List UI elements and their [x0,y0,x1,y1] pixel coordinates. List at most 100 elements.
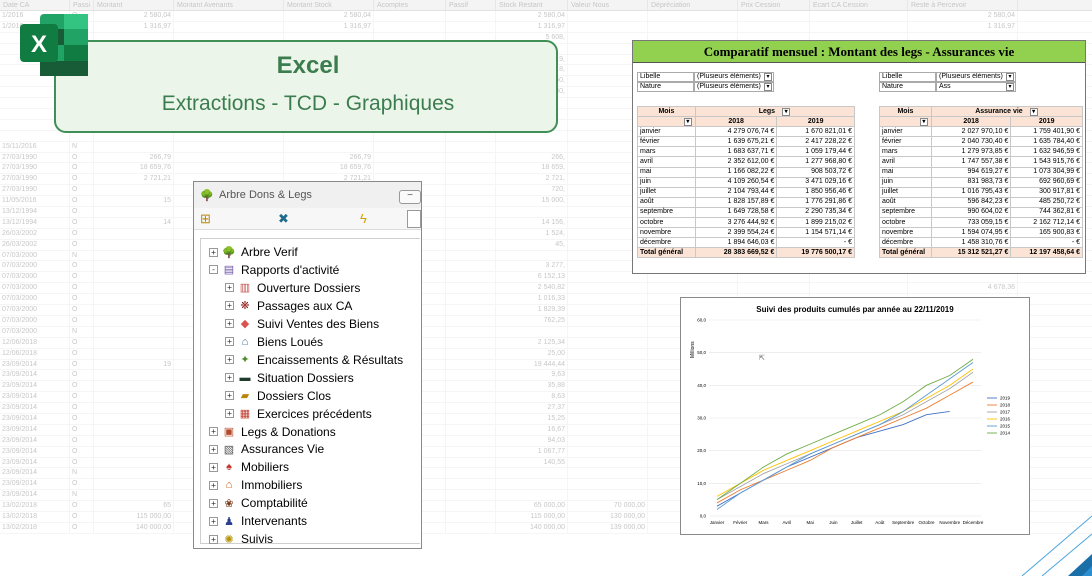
background-cell: O [70,174,94,185]
background-cell [568,413,648,424]
background-header-cell: Montant Avenants [174,0,284,10]
right-filter-nature[interactable]: Ass ▾ [936,82,1016,92]
filter-dropdown-icon[interactable]: ▾ [1006,73,1014,81]
pivot-value-2019: 1 899 215,02 € [776,217,855,229]
left-filter-nature[interactable]: (Plusieurs éléments) ▾ [694,82,774,92]
tree-structure-icon[interactable]: ⊞ [200,211,211,227]
background-cell [568,315,648,326]
expand-icon[interactable]: + [225,283,234,293]
tree-item[interactable]: + 🌳 Arbre Verif [209,243,298,261]
background-cell [810,21,908,32]
minimize-button[interactable]: − [399,190,421,204]
expand-icon[interactable]: + [209,427,218,436]
pivot-year-header: 2019 [1010,116,1083,128]
background-cell [94,479,174,490]
expand-icon[interactable]: + [225,391,234,401]
chart-legend-label: 2014 [1000,431,1011,436]
background-cell: 07/03/2000 [0,305,70,315]
tree-item[interactable]: + ▦ Exercices précédents [225,405,372,423]
chart-xtick-label: Février [733,520,748,525]
background-cell [446,392,496,403]
pivot-value-2019: 692 960,69 € [1010,176,1083,188]
background-cell [496,326,568,337]
left-filter-nature-value: (Plusieurs éléments) [697,83,761,90]
pivot-value-2019: 1 073 304,99 € [1010,166,1083,178]
tree-item[interactable]: + ◆ Suivi Ventes des Biens [225,315,379,333]
expand-icon[interactable]: + [225,301,234,311]
pivot-total-label: Total général [879,247,932,259]
collapse-icon[interactable]: - [209,265,218,275]
expand-icon[interactable]: + [209,462,218,472]
pivot-dropdown-icon[interactable]: ▾ [919,117,928,126]
excel-export-icon[interactable]: ✖ [278,211,289,227]
tree-item[interactable]: + ⌂ Immobiliers [209,476,302,494]
background-cell: 13/12/1994 [0,217,70,228]
pivot-dropdown-icon[interactable]: ▾ [683,117,692,126]
chart-xtick-label: Mars [759,520,770,525]
expand-icon[interactable]: + [225,355,234,365]
tree-item[interactable]: + ❋ Passages aux CA [225,297,352,315]
pivot-value-2018: 1 649 728,58 € [694,206,778,219]
pivot-month: février [879,136,932,148]
tree-item[interactable]: + ▬ Situation Dossiers [225,369,354,387]
filter-dropdown-icon[interactable]: ▾ [764,83,772,91]
left-filter-libelle[interactable]: (Plusieurs éléments) ▾ [694,72,774,82]
background-cell [446,424,496,435]
tree-window-titlebar[interactable]: 🌳 Arbre Dons & Legs − [194,182,421,208]
tree-item[interactable]: + ⌂ Biens Loués [225,333,323,351]
expand-icon[interactable]: + [225,409,234,419]
background-cell: 2 721, [496,174,568,185]
pivot-month: mars [879,146,932,158]
background-cell: 70 000,00 [568,501,648,511]
expand-icon[interactable]: + [225,319,234,329]
filter-dropdown-icon[interactable]: ▾ [1006,83,1014,91]
pivot-month: août [879,196,932,208]
expand-icon[interactable]: + [209,444,218,454]
pivot-col-value: Legs ▾ [694,105,856,118]
background-cell [446,446,496,457]
pivot-mois-filter: ▾ [637,116,696,128]
expand-icon[interactable]: + [209,516,218,526]
expand-icon[interactable]: + [225,373,234,383]
tree-item[interactable]: + ✺ Suivis [209,530,273,548]
tree-item-label: Arbre Verif [241,245,298,259]
chart-title: Suivi des produits cumulés par année au … [756,305,954,314]
tree-item[interactable]: + ❀ Comptabilité [209,494,308,512]
tree-item-label: Rapports d'activité [241,262,340,277]
lightning-icon[interactable]: ϟ [360,211,367,226]
tree-item[interactable]: + ▧ Assurances Vie [209,440,324,458]
pivot-value-2019: 1 632 946,59 € [1010,146,1083,158]
background-cell [446,196,496,207]
tree-item[interactable]: + ▰ Dossiers Clos [225,387,331,405]
tree-item[interactable]: + ▣ Legs & Donations [209,423,336,441]
pivot-row: septembre 1 649 728,58 €2 290 735,34 € [637,206,855,219]
filter-dropdown-icon[interactable]: ▾ [764,73,772,81]
expand-icon[interactable]: + [209,498,218,508]
tree-item[interactable]: - ▤ Rapports d'activité [209,261,339,279]
expand-icon[interactable]: + [225,337,234,347]
background-cell: 07/03/2000 [0,261,70,272]
right-filter-libelle[interactable]: (Plusieurs éléments) ▾ [936,72,1016,82]
background-cell: 2 580,04 [496,11,568,21]
tree-item[interactable]: + ▥ Ouverture Dossiers [225,279,360,297]
expand-icon[interactable]: + [209,534,218,544]
chart-series-line-2019 [716,411,950,507]
toolbar-search-input[interactable] [407,210,421,228]
tree-item[interactable]: + ♠ Mobiliers [209,458,289,476]
background-cell [94,446,174,457]
background-cell [568,359,648,370]
tree-item[interactable]: + ♟ Intervenants [209,512,307,530]
pivot-value-2018: 1 828 157,89 € [694,196,778,208]
background-cell [446,163,496,174]
chart-xtick-label: Janvier [710,520,725,525]
background-cell: 07/03/2000 [0,283,70,294]
corner-decoration [1021,515,1092,576]
expand-icon[interactable]: + [209,480,218,490]
pivot-dropdown-icon[interactable]: ▾ [782,107,791,116]
tree-item-label: Legs & Donations [241,424,336,439]
legs-pivot-table: Mois Legs ▾ ▾ 2018 2019 janvier 4 279 076,74 €1… [637,105,856,259]
pivot-dropdown-icon[interactable]: ▾ [1029,107,1038,116]
tree-item[interactable]: + ✦ Encaissements & Résultats [225,351,403,369]
expand-icon[interactable]: + [209,247,218,257]
pivot-row: juin 831 983,73 €692 960,69 € [879,176,1083,188]
